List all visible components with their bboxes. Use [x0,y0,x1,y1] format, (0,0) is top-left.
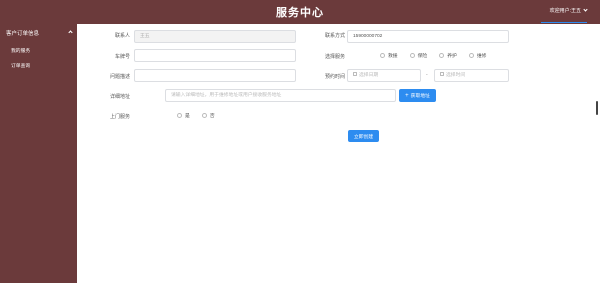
radio-icon [201,113,207,118]
chevron-up-icon [68,30,73,35]
user-welcome-label: 欢迎用户:王五 [549,8,581,14]
onsite-radio-group: 是 否 [177,112,215,119]
onsite-option-yes[interactable]: 是 [177,112,190,119]
submit-button[interactable]: 立即创建 [348,130,379,142]
clock-icon [440,72,444,77]
phone-input[interactable]: 15900000702 [347,30,509,43]
top-header: 服务中心 欢迎用户:王五 [0,0,600,24]
contact-label: 联系人 [114,33,130,39]
radio-icon [439,53,445,58]
address-input[interactable]: 请输入详细地址，用于维修地址或用户接收服务地址 [165,89,396,102]
calendar-icon [353,72,357,77]
service-option-repair[interactable]: 维修 [468,52,486,59]
appointment-label: 预约时间 [324,74,345,80]
sidebar: 客户订单信息 我的服务 订单查询 [0,24,77,283]
radio-icon [177,113,182,118]
sidebar-item-order-query[interactable]: 订单查询 [0,58,77,72]
plate-label: 车牌号 [114,54,130,60]
problem-label: 问题描述 [109,74,130,80]
onsite-option-no[interactable]: 否 [201,112,215,119]
user-menu-underline [541,22,587,23]
appointment-date-picker[interactable]: 选择日期 [347,69,421,82]
radio-icon [468,53,474,58]
address-label: 详细地址 [109,94,130,100]
phone-label: 联系方式 [324,33,345,39]
plus-icon: + [405,92,409,99]
service-label: 选择服务 [324,54,345,60]
locate-address-button[interactable]: + 获取地址 [399,89,436,102]
chevron-down-icon [583,7,588,12]
sidebar-item-label: 订单查询 [11,64,31,69]
radio-icon [380,53,385,58]
service-option-maintenance[interactable]: 养护 [439,52,457,59]
problem-input[interactable] [134,69,296,82]
appointment-time-picker[interactable]: 选择时间 [434,69,509,82]
sidebar-group-customer-orders[interactable]: 客户订单信息 [0,24,77,42]
service-radio-group: 救援 保险 养护 维修 [380,52,486,59]
scrollbar-thumb[interactable] [596,101,598,115]
user-menu[interactable]: 欢迎用户:王五 [549,7,588,14]
sidebar-item-label: 我的服务 [11,49,31,54]
contact-input[interactable]: 王五 [134,30,296,43]
sidebar-group-label: 客户订单信息 [6,31,40,37]
service-option-rescue[interactable]: 救援 [380,52,398,59]
sidebar-item-my-services[interactable]: 我的服务 [0,43,77,57]
plate-input[interactable] [134,49,296,62]
radio-icon [409,53,415,58]
service-option-insurance[interactable]: 保险 [409,52,427,59]
date-range-separator: - [426,72,428,78]
onsite-label: 上门服务 [109,114,130,120]
page-title: 服务中心 [276,7,324,19]
